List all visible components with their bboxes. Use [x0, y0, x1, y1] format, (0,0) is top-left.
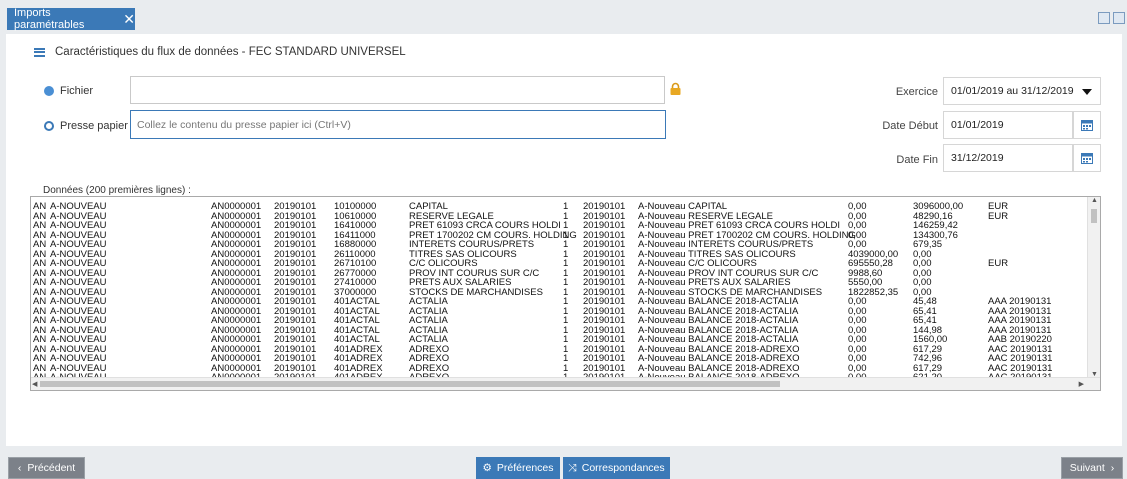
fichier-option[interactable]: Fichier — [44, 85, 93, 97]
previous-button[interactable]: ‹ Précédent — [8, 457, 85, 479]
fichier-radio[interactable] — [44, 86, 54, 96]
chevron-left-icon: ‹ — [17, 462, 22, 474]
layout-icon[interactable] — [1098, 12, 1110, 24]
scroll-up-icon[interactable]: ▲ — [1091, 197, 1098, 204]
vertical-scroll-thumb[interactable] — [1091, 209, 1097, 223]
footer-bar: ‹ Précédent ⚙ Préférences ⤨ Correspondan… — [0, 446, 1127, 479]
presse-papier-input[interactable]: Collez le contenu du presse papier ici (… — [130, 110, 666, 139]
tab-label: Imports paramétrables — [14, 7, 85, 31]
section-header: Caractéristiques du flux de données - FE… — [34, 46, 406, 58]
section-title: Caractéristiques du flux de données - FE… — [55, 46, 406, 58]
data-preview[interactable]: AN A-NOUVEAU AN0000001 20190101 10100000 CAPI… — [30, 196, 1101, 391]
scroll-left-icon[interactable]: ◀ — [32, 380, 37, 388]
presse-papier-radio[interactable] — [44, 121, 54, 131]
data-cell: EUR — [988, 210, 1009, 222]
next-label: Suivant — [1069, 462, 1105, 474]
main-panel: Caractéristiques du flux de données - FE… — [6, 34, 1122, 446]
preferences-button[interactable]: ⚙ Préférences — [476, 457, 560, 479]
presse-papier-option[interactable]: Presse papier — [44, 120, 128, 132]
fichier-label: Fichier — [60, 85, 94, 97]
tab-imports-parametrables[interactable]: Imports paramétrables ✕ — [7, 7, 135, 31]
presse-papier-label: Presse papier — [60, 120, 128, 132]
next-button[interactable]: Suivant › — [1061, 457, 1123, 479]
exercice-select[interactable]: 01/01/2019 au 31/12/2019 — [943, 77, 1101, 105]
horizontal-scrollbar[interactable]: ◀ ▶ — [31, 377, 1100, 390]
date-debut-label: Date Début — [882, 120, 938, 132]
maximize-icon[interactable] — [1113, 12, 1125, 24]
fichier-input[interactable] — [130, 76, 665, 104]
data-preview-label: Données (200 premières lignes) : — [43, 185, 191, 196]
shuffle-icon: ⤨ — [568, 461, 577, 474]
exercice-label: Exercice — [895, 86, 938, 98]
menu-icon[interactable] — [34, 47, 45, 57]
scroll-right-icon[interactable]: ▶ — [1079, 380, 1084, 388]
lock-icon[interactable] — [669, 82, 682, 95]
data-cell: EUR — [988, 258, 1009, 269]
preferences-label: Préférences — [496, 462, 554, 474]
date-fin-label: Date Fin — [896, 154, 938, 166]
calendar-icon[interactable] — [1073, 144, 1101, 172]
chevron-down-icon — [1082, 89, 1092, 95]
correspondances-button[interactable]: ⤨ Correspondances — [563, 457, 670, 479]
date-debut-input[interactable]: 01/01/2019 — [943, 111, 1073, 139]
vertical-scrollbar[interactable]: ▲ ▼ — [1087, 197, 1100, 378]
chevron-right-icon: › — [1110, 462, 1115, 474]
horizontal-scroll-thumb[interactable] — [40, 381, 780, 387]
date-fin-input[interactable]: 31/12/2019 — [943, 144, 1073, 172]
exercice-value: 01/01/2019 au 31/12/2019 — [951, 85, 1074, 97]
correspondances-label: Correspondances — [581, 462, 665, 474]
close-icon[interactable]: ✕ — [123, 12, 135, 26]
settings-icon: ⚙ — [482, 462, 492, 474]
previous-label: Précédent — [27, 462, 76, 474]
window-controls — [1098, 12, 1125, 24]
top-bar: Imports paramétrables ✕ — [0, 0, 1127, 34]
calendar-icon[interactable] — [1073, 111, 1101, 139]
